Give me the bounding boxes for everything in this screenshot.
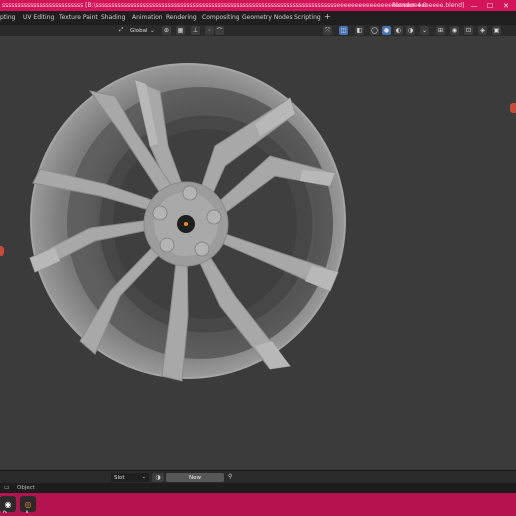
mouse-icon: ▭	[4, 484, 10, 491]
viewport-left-widget[interactable]	[0, 246, 4, 256]
taskbar-app-blender-label: B	[26, 510, 29, 514]
tab-scripting[interactable]: Scripting	[294, 14, 321, 21]
app-1-icon: ◉	[4, 499, 12, 509]
tab-animation[interactable]: Animation	[132, 14, 163, 21]
overlays-icon[interactable]: ◫	[339, 26, 348, 35]
snap-target-icon[interactable]: ⊥	[191, 26, 200, 35]
pin-icon[interactable]: ⚲	[228, 473, 232, 480]
wheel-model	[29, 63, 346, 382]
material-browse-icon[interactable]: ◑	[152, 473, 164, 482]
snap-icon[interactable]: ▦	[176, 26, 185, 35]
viewport-right-widget[interactable]	[510, 103, 516, 113]
wireframe-shading-icon[interactable]: ◯	[370, 26, 379, 35]
tool-icon-1[interactable]: ⊞	[436, 26, 445, 35]
tool-icon-5[interactable]: ▣	[492, 26, 501, 35]
tab-shading[interactable]: Shading	[101, 14, 125, 21]
material-slot-bar: Slot ⌄ ◑ New ⚲	[0, 470, 516, 484]
close-button[interactable]: ✕	[500, 0, 512, 11]
transform-orientation-icon: ⤢	[119, 27, 124, 33]
status-bar: ▭ Object	[0, 483, 516, 493]
workspace-tabs: pting UV Editing Texture Paint Shading A…	[0, 11, 516, 25]
status-mode-label: Object	[17, 485, 35, 491]
slot-label: Slot	[114, 474, 125, 481]
maximize-button[interactable]: ☐	[484, 0, 496, 11]
new-button-label: New	[189, 474, 201, 481]
tab-texture-paint[interactable]: Texture Paint	[59, 14, 98, 21]
tab-sculpting[interactable]: pting	[0, 14, 15, 21]
new-material-button[interactable]: New	[166, 473, 224, 482]
3d-viewport[interactable]	[0, 36, 516, 470]
app-version: Blender 4.0	[392, 2, 427, 9]
title-bar: ssssssssssssssssssssssssss [B:\sssssssss…	[0, 0, 516, 11]
blender-icon: ◎	[24, 499, 32, 509]
taskbar-app-1[interactable]: ◉ Ps	[0, 496, 16, 514]
chevron-down-icon: ⌄	[141, 474, 146, 480]
tool-icon-3[interactable]: ⊡	[464, 26, 473, 35]
tab-rendering[interactable]: Rendering	[166, 14, 197, 21]
proportional-edit-icon[interactable]: ◦	[205, 26, 214, 35]
taskbar-app-1-label: Ps	[3, 510, 7, 514]
os-taskbar: ◉ Ps ◎ B	[0, 493, 516, 516]
gizmo-visibility-icon[interactable]: ⤧	[323, 26, 332, 35]
tab-geometry-nodes[interactable]: Geometry Nodes	[242, 14, 293, 21]
tool-icon-4[interactable]: ◈	[478, 26, 487, 35]
shading-options-icon[interactable]: ⌄	[420, 26, 429, 35]
solid-shading-icon[interactable]: ●	[382, 26, 391, 35]
tab-compositing[interactable]: Compositing	[202, 14, 240, 21]
pivot-point-icon[interactable]: ⊛	[162, 26, 171, 35]
rendered-shading-icon[interactable]: ◑	[406, 26, 415, 35]
tool-icon-2[interactable]: ◉	[450, 26, 459, 35]
add-workspace-button[interactable]: +	[324, 12, 331, 21]
tab-uv-editing[interactable]: UV Editing	[23, 14, 54, 21]
viewport-header: ⤢ Global ⌄ ⊛ ▦ ⊥ ◦ ⌒ ⤧ ◫ ◧ ◯ ● ◐ ◑ ⌄ ⊞ ◉…	[0, 25, 516, 36]
material-shading-icon[interactable]: ◐	[394, 26, 403, 35]
transform-orientation-dropdown[interactable]: Global	[130, 26, 148, 35]
taskbar-app-blender[interactable]: ◎ B	[20, 496, 36, 514]
falloff-icon[interactable]: ⌒	[215, 26, 224, 35]
minimize-button[interactable]: —	[468, 0, 480, 11]
chevron-down-icon: ⌄	[150, 27, 155, 34]
xray-icon[interactable]: ◧	[355, 26, 364, 35]
slot-dropdown[interactable]: Slot ⌄	[111, 473, 149, 482]
